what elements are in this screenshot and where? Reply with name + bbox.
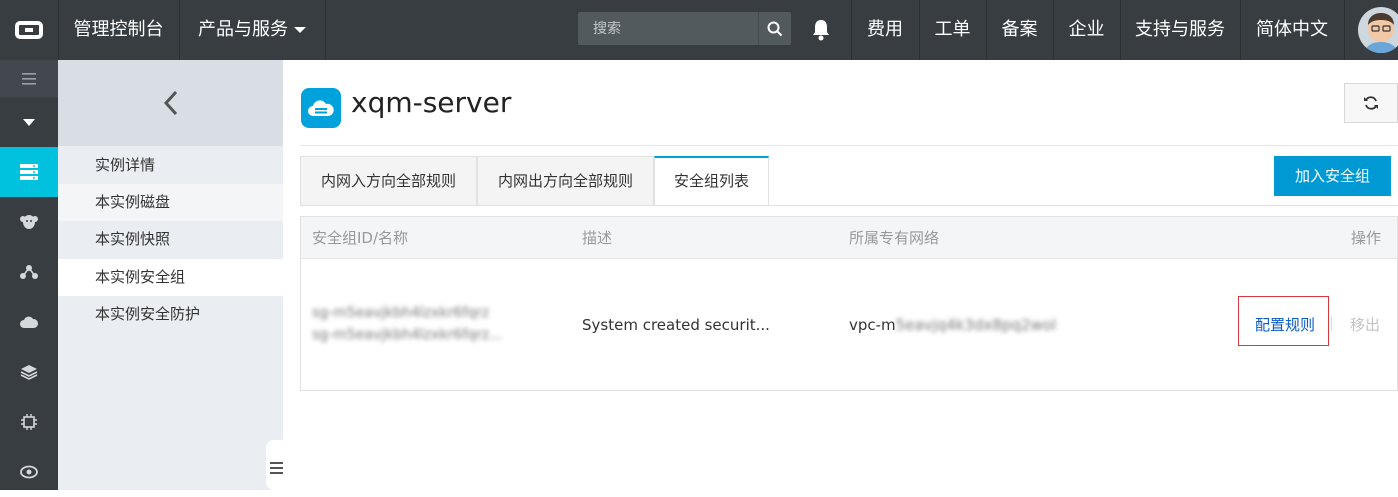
products-menu-label: 产品与服务	[198, 19, 288, 40]
caret-down-icon[interactable]	[0, 97, 58, 147]
divider	[300, 145, 1398, 146]
vpc-id-rest: 5eavjq4k3dx8pq2wol	[895, 316, 1057, 334]
submenu-item-security-groups[interactable]: 本实例安全组	[58, 259, 283, 296]
network-nodes-icon[interactable]	[0, 247, 58, 297]
console-link[interactable]: 管理控制台	[58, 0, 179, 60]
products-menu[interactable]: 产品与服务	[179, 0, 325, 60]
col-header-id-name: 安全组ID/名称	[312, 229, 409, 247]
submenu-item-disks[interactable]: 本实例磁盘	[58, 184, 283, 221]
configure-rules-link[interactable]: 配置规则	[1255, 314, 1315, 335]
main-content: xqm-server 内网入方向全部规则 内网出方向全部规则 安全组列表 加入安…	[283, 60, 1398, 490]
tabs-divider	[300, 205, 1398, 206]
billing-link[interactable]: 费用	[851, 0, 919, 60]
back-button[interactable]	[58, 60, 283, 146]
page-title: xqm-server	[351, 86, 512, 119]
table-header: 安全组ID/名称 描述 所属专有网络 操作	[301, 217, 1397, 259]
security-group-id[interactable]: sg-m5eavjkbh4lzxkr6fqrz	[312, 305, 489, 321]
refresh-button[interactable]	[1344, 83, 1398, 123]
collapse-handle[interactable]	[266, 440, 283, 490]
chip-icon[interactable]	[0, 397, 58, 447]
collapse-icon	[270, 462, 283, 474]
instance-submenu: 实例详情 本实例磁盘 本实例快照 本实例安全组 本实例安全防护	[58, 60, 283, 490]
refresh-icon	[1364, 96, 1378, 110]
user-avatar[interactable]	[1358, 7, 1398, 53]
security-group-table: 安全组ID/名称 描述 所属专有网络 操作 sg-m5eavjkbh4lzxkr…	[300, 216, 1398, 391]
layers-icon[interactable]	[0, 347, 58, 397]
tab-outbound-rules[interactable]: 内网出方向全部规则	[477, 156, 654, 205]
security-group-name: sg-m5eavjkbh4lzxkr6fqrz...	[312, 327, 503, 343]
submenu-item-security-protection[interactable]: 本实例安全防护	[58, 296, 283, 333]
security-group-description: System created securit...	[582, 316, 770, 334]
icp-filing-link[interactable]: 备案	[986, 0, 1053, 60]
tab-inbound-rules[interactable]: 内网入方向全部规则	[300, 156, 477, 205]
action-separator	[1331, 316, 1332, 331]
language-switch[interactable]: 简体中文	[1240, 0, 1344, 60]
join-security-group-button[interactable]: 加入安全组	[1274, 156, 1391, 196]
menu-icon[interactable]	[0, 60, 58, 97]
bell-icon[interactable]	[808, 18, 834, 42]
server-cloud-icon	[301, 88, 341, 128]
search-button[interactable]	[758, 12, 791, 45]
ticket-link[interactable]: 工单	[919, 0, 986, 60]
icon-rail	[0, 60, 58, 490]
aliyun-logo[interactable]	[0, 0, 58, 60]
chevron-left-icon	[163, 90, 177, 116]
submenu-item-snapshots[interactable]: 本实例快照	[58, 221, 283, 258]
support-link[interactable]: 支持与服务	[1120, 0, 1240, 60]
monkey-icon[interactable]	[0, 197, 58, 247]
remove-link[interactable]: 移出	[1350, 314, 1380, 335]
search-input[interactable]	[578, 12, 758, 45]
chevron-down-icon	[294, 27, 306, 33]
vpc-id: vpc-m5eavjq4k3dx8pq2wol	[849, 316, 1056, 334]
cloud-icon[interactable]	[0, 297, 58, 347]
col-header-description: 描述	[582, 229, 613, 247]
server-list-icon[interactable]	[0, 147, 58, 197]
col-header-actions: 操作	[1351, 229, 1382, 247]
search-icon	[767, 21, 783, 36]
col-header-vpc: 所属专有网络	[849, 229, 940, 247]
top-bar: 管理控制台 产品与服务 费用 工单 备案 企业 支持与服务 简体中文	[0, 0, 1398, 60]
tab-security-group-list[interactable]: 安全组列表	[654, 156, 769, 205]
submenu-item-instance-details[interactable]: 实例详情	[58, 147, 283, 184]
enterprise-link[interactable]: 企业	[1053, 0, 1120, 60]
search-box	[578, 12, 791, 45]
vpc-id-prefix: vpc-m	[849, 316, 896, 334]
